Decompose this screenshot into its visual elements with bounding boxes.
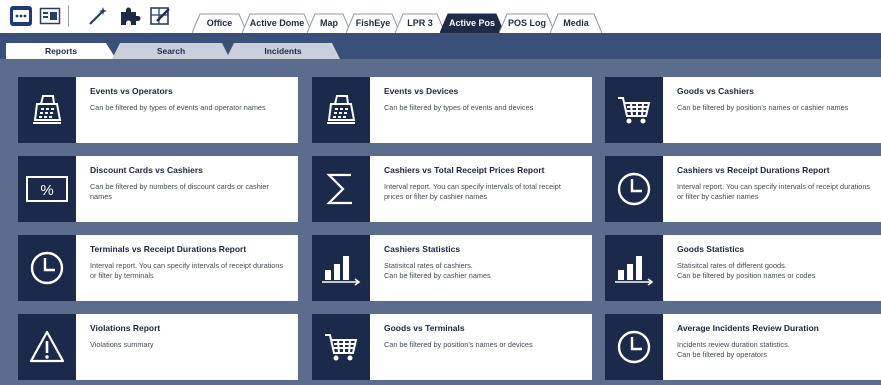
clock-icon xyxy=(18,235,76,301)
report-title: Average Incidents Review Duration xyxy=(677,323,819,333)
tab-pos-log[interactable]: POS Log xyxy=(499,13,555,33)
clock-icon xyxy=(605,156,663,222)
report-card-discount-cards-vs-cashiers[interactable]: % Discount Cards vs Cashiers Can be filt… xyxy=(18,156,298,222)
report-title: Events vs Operators xyxy=(90,86,173,96)
report-description: Can be filtered by types of events and o… xyxy=(90,103,266,112)
report-card-goods-vs-terminals[interactable]: Goods vs Terminals Can be filtered by po… xyxy=(312,314,592,380)
report-description: Interval report. You can specify interva… xyxy=(677,182,871,201)
tab-media[interactable]: Media xyxy=(550,13,602,33)
tab-label: Map xyxy=(320,18,338,28)
shopping-cart-icon xyxy=(312,314,370,380)
clock-icon xyxy=(605,314,663,380)
report-card-goods-statistics[interactable]: Goods Statistics Statisitcal rates of di… xyxy=(605,235,881,301)
report-card-cashiers-statistics[interactable]: Cashiers Statistics Statisitcal rates of… xyxy=(312,235,592,301)
report-card-terminals-vs-receipt-durations[interactable]: Terminals vs Receipt Durations Report In… xyxy=(18,235,298,301)
bar-chart-icon xyxy=(605,235,663,301)
tab-label: Media xyxy=(563,18,589,28)
tab-map[interactable]: Map xyxy=(307,13,351,33)
tab-label: Office xyxy=(206,18,233,28)
report-card-goods-vs-cashiers[interactable]: Goods vs Cashiers Can be filtered by pos… xyxy=(605,77,881,143)
sigma-icon xyxy=(312,156,370,222)
report-title: Violations Report xyxy=(90,323,161,333)
report-description: Interval report. You can specify interva… xyxy=(384,182,561,201)
tab-label: LPR 3 xyxy=(407,18,433,28)
subtab-incidents[interactable]: Incidents xyxy=(226,43,340,59)
report-title: Goods Statistics xyxy=(677,244,745,254)
subtab-reports[interactable]: Reports xyxy=(6,43,116,59)
report-description: Statisitcal rates of cashiers. Can be fi… xyxy=(384,261,491,280)
tab-label: Active Pos xyxy=(448,18,496,28)
report-description: Can be filtered by position's names or d… xyxy=(384,340,533,349)
subtab-label: Incidents xyxy=(264,46,302,56)
report-description: Incidents review duration statistics. Ca… xyxy=(677,340,790,359)
report-title: Cashiers vs Receipt Durations Report xyxy=(677,165,830,175)
reports-grid: Events vs Operators Can be filtered by t… xyxy=(0,59,881,385)
puzzle-icon[interactable] xyxy=(117,4,141,28)
magic-wand-icon[interactable] xyxy=(86,4,110,28)
subtab-label: Search xyxy=(156,46,186,56)
tab-label: FishEye xyxy=(355,18,391,28)
tab-active-dome[interactable]: Active Dome xyxy=(242,13,312,33)
report-title: Goods vs Cashiers xyxy=(677,86,755,96)
cash-register-icon xyxy=(18,77,76,143)
tab-office[interactable]: Office xyxy=(192,13,247,33)
toolbar-separator xyxy=(68,5,69,27)
tab-active-pos[interactable]: Active Pos xyxy=(440,13,504,33)
tab-lpr-3[interactable]: LPR 3 xyxy=(395,13,445,33)
report-card-events-vs-devices[interactable]: Events vs Devices Can be filtered by typ… xyxy=(312,77,592,143)
report-title: Discount Cards vs Cashiers xyxy=(90,165,203,175)
report-card-average-incidents-review-duration[interactable]: Average Incidents Review Duration Incide… xyxy=(605,314,881,380)
edit-layout-icon[interactable] xyxy=(148,4,172,28)
report-card-cashiers-vs-total-receipt-prices[interactable]: Cashiers vs Total Receipt Prices Report … xyxy=(312,156,592,222)
report-title: Events vs Devices xyxy=(384,86,459,96)
bar-chart-icon xyxy=(312,235,370,301)
sub-tab-band: Reports Search Incidents xyxy=(0,33,881,59)
panel-layout-icon[interactable] xyxy=(38,4,62,28)
top-toolbar: Office Active Dome Map FishEye LPR 3 Act… xyxy=(0,0,881,33)
tab-fisheye[interactable]: FishEye xyxy=(346,13,400,33)
tab-label: Active Dome xyxy=(249,18,305,28)
warning-icon xyxy=(18,314,76,380)
report-title: Terminals vs Receipt Durations Report xyxy=(90,244,247,254)
report-description: Can be filtered by position's names or c… xyxy=(677,103,849,112)
svg-text:%: % xyxy=(40,182,53,199)
report-card-violations-report[interactable]: Violations Report Violations summary xyxy=(18,314,298,380)
report-title: Cashiers Statistics xyxy=(384,244,461,254)
grid-menu-icon[interactable] xyxy=(9,4,33,28)
report-title: Cashiers vs Total Receipt Prices Report xyxy=(384,165,545,175)
report-description: Statisitcal rates of different goods. Ca… xyxy=(677,261,816,280)
report-description: Can be filtered by types of events and d… xyxy=(384,103,534,112)
report-description: Interval report. You can specify interva… xyxy=(90,261,284,280)
subtab-search[interactable]: Search xyxy=(112,43,230,59)
shopping-cart-icon xyxy=(605,77,663,143)
cash-register-icon xyxy=(312,77,370,143)
subtab-label: Reports xyxy=(44,46,78,56)
report-card-cashiers-vs-receipt-durations[interactable]: Cashiers vs Receipt Durations Report Int… xyxy=(605,156,881,222)
report-card-events-vs-operators[interactable]: Events vs Operators Can be filtered by t… xyxy=(18,77,298,143)
tab-label: POS Log xyxy=(508,18,546,28)
report-title: Goods vs Terminals xyxy=(384,323,465,333)
report-description: Violations summary xyxy=(90,340,154,349)
percent-card-icon: % xyxy=(18,156,76,222)
report-description: Can be filtered by numbers of discount c… xyxy=(90,182,269,201)
